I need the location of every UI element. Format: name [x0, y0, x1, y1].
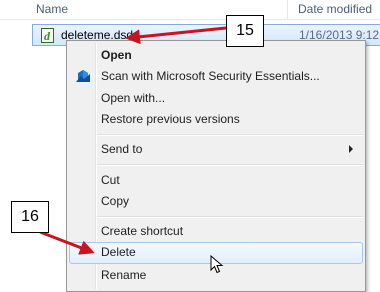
annotation-arrows — [39, 26, 227, 255]
step-16-callout: 16 — [11, 201, 49, 233]
step-15-callout: 15 — [226, 15, 264, 47]
callout-16-arrow — [39, 230, 95, 255]
mouse-cursor-icon — [210, 255, 224, 274]
callout-15-arrow — [125, 26, 227, 45]
